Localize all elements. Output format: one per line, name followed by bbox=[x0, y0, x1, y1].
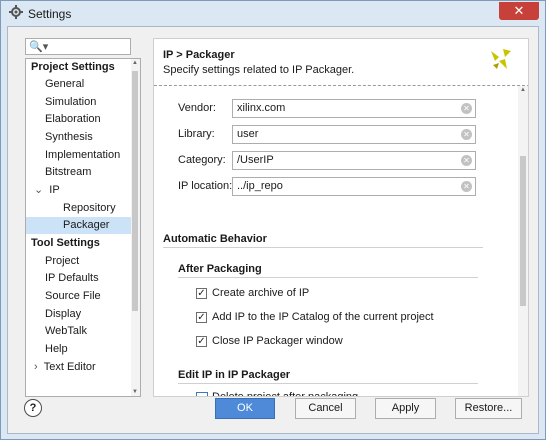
clear-icon[interactable]: ✕ bbox=[461, 181, 472, 192]
checkbox-unchecked-icon[interactable] bbox=[196, 392, 208, 396]
sidebar-item-label: Packager bbox=[63, 219, 110, 231]
page-subtitle: Specify settings related to IP Packager. bbox=[163, 64, 355, 76]
sidebar-item-packager[interactable]: Packager bbox=[26, 217, 132, 234]
library-field[interactable]: user ✕ bbox=[232, 125, 476, 144]
sidebar-item-text-editor[interactable]: › Text Editor bbox=[34, 359, 96, 376]
scroll-down-icon[interactable]: ▼ bbox=[132, 389, 138, 395]
scroll-up-icon[interactable]: ▲ bbox=[132, 60, 138, 66]
checkbox-checked-icon[interactable]: ✓ bbox=[196, 312, 207, 323]
sidebar-item-implementation[interactable]: Implementation bbox=[45, 147, 120, 164]
content-scrollbar[interactable]: ▲ bbox=[518, 86, 528, 396]
clear-icon[interactable]: ✕ bbox=[461, 155, 472, 166]
sidebar-item-label: Project Settings bbox=[31, 61, 115, 73]
title-bar: Settings ✕ bbox=[1, 1, 545, 25]
field-label: Vendor: bbox=[178, 102, 216, 114]
automatic-behavior-heading: Automatic Behavior bbox=[163, 233, 267, 245]
sidebar-item-display[interactable]: Display bbox=[45, 306, 81, 323]
sidebar-item-label: Display bbox=[45, 308, 82, 320]
sidebar-item-label: Elaboration bbox=[45, 113, 101, 125]
section-divider bbox=[163, 247, 483, 248]
checkbox-checked-icon[interactable]: ✓ bbox=[196, 288, 207, 299]
sidebar-item-tool-settings: Tool Settings bbox=[31, 235, 100, 252]
settings-app-icon bbox=[9, 5, 23, 19]
sidebar-item-label: Simulation bbox=[45, 96, 97, 108]
sidebar-item-label: IP Defaults bbox=[45, 272, 99, 284]
sidebar-item-simulation[interactable]: Simulation bbox=[45, 94, 96, 111]
settings-tree: › Text Editor Help WebTalk Display Source Fi… bbox=[25, 58, 141, 397]
apply-button[interactable]: Apply bbox=[375, 398, 436, 419]
checkbox-label: Add IP to the IP Catalog of the current … bbox=[212, 311, 434, 323]
checkbox-label: Close IP Packager window bbox=[212, 335, 343, 347]
sidebar-item-label: Help bbox=[45, 343, 68, 355]
sidebar-item-repository[interactable]: Repository bbox=[63, 200, 116, 217]
section-divider bbox=[178, 383, 478, 384]
field-value: xilinx.com bbox=[237, 102, 286, 114]
sidebar-item-label: Repository bbox=[63, 202, 116, 214]
field-value: /UserIP bbox=[237, 154, 274, 166]
sidebar-item-webtalk[interactable]: WebTalk bbox=[45, 323, 87, 340]
sidebar-item-label: Project bbox=[45, 255, 80, 267]
clear-icon[interactable]: ✕ bbox=[461, 103, 472, 114]
checkbox-label: Delete project after packaging bbox=[212, 391, 359, 397]
header-divider bbox=[154, 85, 528, 86]
ok-button[interactable]: OK bbox=[215, 398, 275, 419]
tree-scrollbar[interactable]: ▲ ▼ bbox=[131, 59, 140, 396]
field-label: Category: bbox=[178, 154, 226, 166]
field-value: ../ip_repo bbox=[237, 180, 283, 192]
vendor-field[interactable]: xilinx.com ✕ bbox=[232, 99, 476, 118]
sidebar-item-label: Bitstream bbox=[45, 166, 92, 178]
sidebar-item-synthesis[interactable]: Synthesis bbox=[45, 129, 93, 146]
sidebar-item-ip-defaults[interactable]: IP Defaults bbox=[45, 270, 99, 287]
section-divider bbox=[178, 277, 478, 278]
category-field[interactable]: /UserIP ✕ bbox=[232, 151, 476, 170]
sidebar-item-label: Synthesis bbox=[45, 131, 93, 143]
tree-scroll-thumb[interactable] bbox=[132, 71, 138, 311]
sidebar-item-elaboration[interactable]: Elaboration bbox=[45, 111, 101, 128]
sidebar-item-label: Tool Settings bbox=[31, 237, 100, 249]
sidebar-item-project[interactable]: Project bbox=[45, 253, 79, 270]
sidebar-item-label: IP bbox=[49, 184, 60, 196]
restore-button[interactable]: Restore... bbox=[455, 398, 522, 419]
clear-icon[interactable]: ✕ bbox=[461, 129, 472, 140]
sidebar-item-bitstream[interactable]: Bitstream bbox=[45, 164, 91, 181]
window-title: Settings bbox=[28, 7, 72, 21]
checkbox-label: Create archive of IP bbox=[212, 287, 310, 299]
after-packaging-heading: After Packaging bbox=[178, 263, 262, 275]
sidebar-item-source-file[interactable]: Source File bbox=[45, 288, 101, 305]
settings-window: Settings ✕ 🔍▾ › Text Editor Help WebTalk Di… bbox=[0, 0, 546, 440]
search-icon: 🔍▾ bbox=[29, 41, 49, 53]
close-button[interactable]: ✕ bbox=[499, 2, 539, 20]
field-label: Library: bbox=[178, 128, 215, 140]
help-button[interactable]: ? bbox=[24, 399, 42, 417]
settings-search-input[interactable]: 🔍▾ bbox=[25, 38, 131, 55]
dialog-client-area: 🔍▾ › Text Editor Help WebTalk Display Source… bbox=[7, 26, 539, 434]
edit-ip-heading: Edit IP in IP Packager bbox=[178, 369, 291, 381]
sidebar-item-project-settings: Project Settings bbox=[31, 59, 115, 76]
cancel-button[interactable]: Cancel bbox=[295, 398, 356, 419]
sidebar-item-label: General bbox=[45, 78, 85, 90]
sidebar-item-general[interactable]: General bbox=[45, 76, 84, 93]
tree-expander-icon[interactable]: ⌄ bbox=[34, 184, 46, 196]
sidebar-item-help[interactable]: Help bbox=[45, 341, 68, 358]
vivado-logo-icon bbox=[491, 49, 511, 69]
sidebar-item-label: WebTalk bbox=[45, 325, 87, 337]
scroll-up-icon[interactable]: ▲ bbox=[520, 87, 526, 93]
sidebar-item-label: Implementation bbox=[45, 149, 121, 161]
field-label: IP location: bbox=[178, 180, 233, 192]
content-scroll-thumb[interactable] bbox=[520, 156, 526, 306]
sidebar-item-label: Text Editor bbox=[43, 361, 96, 373]
ip-location-field[interactable]: ../ip_repo ✕ bbox=[232, 177, 476, 196]
sidebar-item-label: Source File bbox=[45, 290, 101, 302]
field-value: user bbox=[237, 128, 259, 140]
page-title: IP > Packager bbox=[163, 49, 235, 61]
settings-content-panel: IP > Packager Specify settings related t… bbox=[153, 38, 529, 397]
tree-expander-icon[interactable]: › bbox=[34, 361, 41, 373]
checkbox-checked-icon[interactable]: ✓ bbox=[196, 336, 207, 347]
sidebar-item-ip[interactable]: ⌄ IP bbox=[34, 182, 60, 199]
